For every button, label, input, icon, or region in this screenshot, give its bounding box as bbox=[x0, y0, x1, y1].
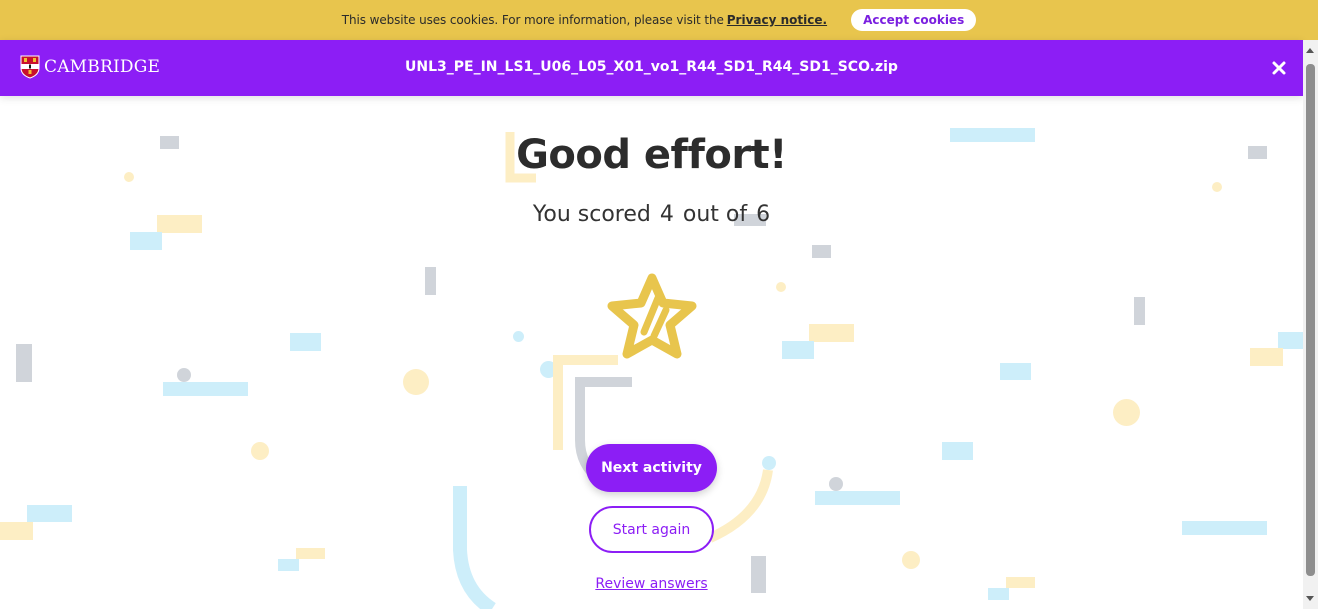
accept-cookies-button[interactable]: Accept cookies bbox=[851, 9, 977, 31]
confetti-piece bbox=[130, 232, 162, 250]
score-value: 4 bbox=[659, 202, 674, 227]
score-line: You scored 4 out of 6 bbox=[0, 202, 1303, 227]
confetti-piece bbox=[1278, 332, 1303, 349]
result-headline: Good effort! bbox=[516, 132, 787, 178]
scrollbar-thumb[interactable] bbox=[1306, 64, 1315, 576]
confetti-piece bbox=[296, 548, 325, 559]
confetti-piece bbox=[290, 333, 321, 351]
cookie-banner: This website uses cookies. For more info… bbox=[0, 0, 1318, 40]
confetti-piece bbox=[27, 505, 72, 522]
confetti-piece bbox=[815, 491, 900, 505]
review-answers-link[interactable]: Review answers bbox=[0, 576, 1303, 592]
results-page: This website uses cookies. For more info… bbox=[0, 0, 1318, 609]
close-icon[interactable] bbox=[1269, 58, 1289, 78]
confetti-piece bbox=[16, 344, 32, 382]
header-bar: CAMBRIDGE UNL3_PE_IN_LS1_U06_L05_X01_vo1… bbox=[0, 40, 1303, 96]
confetti-piece bbox=[0, 522, 33, 540]
next-activity-button[interactable]: Next activity bbox=[586, 444, 717, 492]
confetti-dot bbox=[1113, 399, 1140, 426]
confetti-dot bbox=[177, 368, 191, 382]
privacy-notice-link[interactable]: Privacy notice. bbox=[727, 13, 827, 27]
scroll-up-arrow[interactable] bbox=[1306, 48, 1314, 53]
confetti-dot bbox=[902, 551, 920, 569]
confetti-dot bbox=[403, 369, 429, 395]
cookie-message: This website uses cookies. For more info… bbox=[341, 13, 724, 27]
confetti-piece bbox=[1250, 348, 1283, 366]
star-icon bbox=[607, 273, 697, 359]
scroll-down-arrow[interactable] bbox=[1306, 596, 1314, 601]
package-title: UNL3_PE_IN_LS1_U06_L05_X01_vo1_R44_SD1_R… bbox=[405, 59, 898, 75]
confetti-piece bbox=[278, 559, 299, 571]
confetti-dot bbox=[251, 442, 269, 460]
confetti-dot bbox=[829, 477, 843, 491]
score-middle: out of bbox=[682, 202, 748, 227]
confetti-dot bbox=[1212, 182, 1222, 192]
score-prefix: You scored bbox=[532, 202, 651, 227]
scrollbar[interactable] bbox=[1303, 40, 1318, 609]
confetti-piece bbox=[809, 324, 854, 342]
confetti-piece bbox=[1182, 521, 1267, 535]
confetti-piece bbox=[812, 245, 831, 258]
confetti-piece bbox=[1000, 363, 1031, 380]
confetti-piece bbox=[942, 442, 973, 460]
confetti-piece bbox=[1134, 297, 1145, 325]
score-total: 6 bbox=[756, 202, 771, 227]
confetti-piece bbox=[163, 382, 248, 396]
confetti-piece bbox=[425, 267, 436, 295]
start-again-button[interactable]: Start again bbox=[589, 506, 714, 553]
